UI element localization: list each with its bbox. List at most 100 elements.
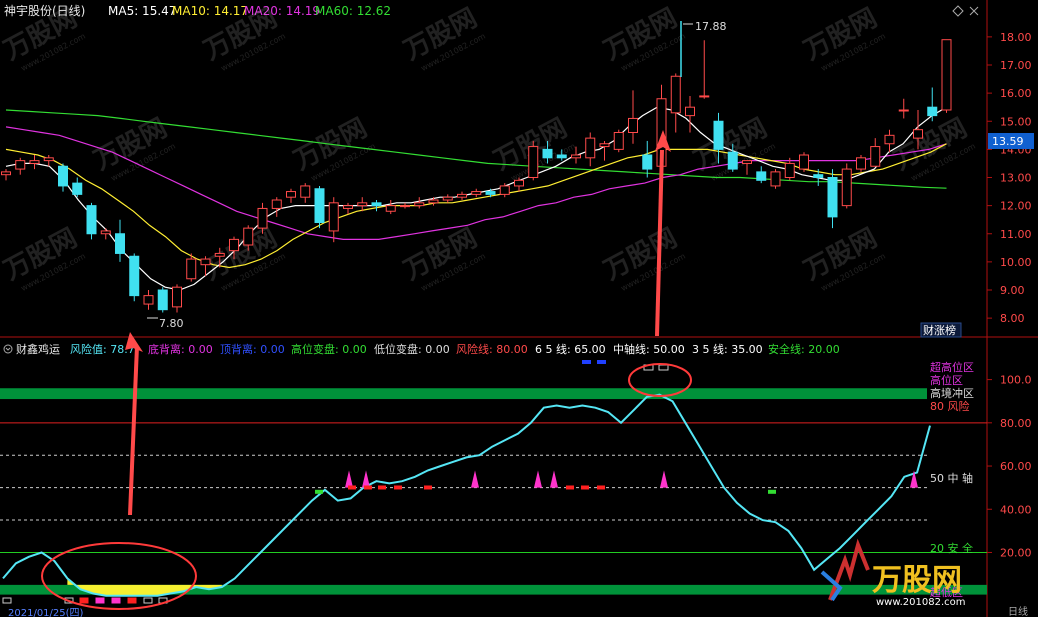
signal-red-square	[597, 485, 605, 490]
candle-up	[799, 154, 809, 170]
badge-label: 财涨榜	[923, 323, 956, 337]
signal-spike	[660, 470, 668, 488]
candle-up	[499, 185, 510, 195]
reference-bands	[0, 388, 987, 595]
line35-legend: 3 5 线: 35.00	[692, 342, 763, 356]
brand-name: 万股网	[872, 563, 962, 598]
candle-up	[528, 146, 539, 178]
safe-line-legend: 安全线: 20.00	[768, 342, 840, 356]
candle-up	[628, 117, 638, 133]
signal-spike	[345, 470, 353, 488]
candle-up	[414, 202, 425, 207]
price-tick-label: 10.00	[1000, 256, 1032, 269]
candle-up	[742, 160, 752, 164]
low-change-legend: 低位变盘: 0.00	[374, 342, 450, 356]
badge-button[interactable]: 财涨榜	[920, 322, 962, 338]
indicator-tick-label: 100.0	[1000, 374, 1032, 387]
candle-up	[43, 157, 54, 162]
candle-up	[15, 160, 26, 170]
candle-up	[599, 143, 610, 148]
candle-down	[713, 120, 724, 150]
bottom-signal-square	[2, 597, 12, 604]
collapse-icon[interactable]	[3, 344, 13, 354]
zone-safe20: 20 安 全	[930, 541, 973, 555]
candle-up	[29, 160, 40, 164]
close-icon[interactable]	[969, 6, 979, 16]
mid-axis-legend: 中轴线: 50.00	[613, 342, 685, 356]
top-header: 神宇股份(日线) MA5: 15.47 MA10: 14.17 MA20: 14…	[4, 4, 979, 18]
candle-up	[343, 205, 353, 209]
candle-up	[271, 199, 282, 209]
candle-up	[685, 106, 695, 117]
candle-down	[157, 289, 168, 311]
price-tick-label: 16.00	[1000, 87, 1032, 100]
candle-up	[841, 168, 852, 207]
candle-up	[385, 205, 396, 212]
indicator-tick-label: 20.00	[1000, 546, 1032, 559]
candle-down	[86, 205, 97, 235]
signal-red-square	[566, 485, 574, 490]
top-div-legend: 顶背离: 0.00	[220, 342, 285, 356]
candle-up	[214, 252, 225, 257]
indicator-tick-label: 60.00	[1000, 460, 1032, 473]
candle-up	[328, 202, 339, 232]
candle-down	[485, 191, 496, 195]
candle-down	[371, 202, 382, 207]
signal-spike	[362, 470, 370, 488]
price-tick-label: 15.00	[1000, 115, 1032, 128]
candle-up	[699, 95, 710, 98]
indicator-title: 财鑫鸡运	[16, 342, 60, 356]
candle-up	[172, 286, 182, 308]
candle-down	[642, 154, 653, 170]
risk-line-legend: 风险线: 80.00	[456, 342, 528, 356]
candle-up	[428, 199, 439, 204]
candle-up	[286, 191, 296, 198]
signal-green-square	[315, 489, 323, 494]
candle-up	[913, 129, 923, 139]
candle-up	[514, 179, 524, 187]
signal-spike	[534, 470, 542, 488]
signal-red-square	[394, 485, 402, 490]
candle-up	[357, 202, 368, 207]
candle-down	[556, 154, 567, 159]
candle-down	[813, 174, 824, 178]
bottom-signal-square	[127, 597, 137, 604]
zone-high-rush: 高境冲区	[930, 386, 974, 400]
candle-up	[670, 75, 681, 114]
high-change-legend: 高位变盘: 0.00	[291, 342, 367, 356]
candle-up	[898, 109, 909, 112]
bottom-signal-square	[111, 597, 121, 604]
candle-down	[542, 148, 553, 159]
candle-up	[186, 258, 197, 280]
chart-canvas: 神宇股份(日线) MA5: 15.47 MA10: 14.17 MA20: 14…	[0, 0, 1038, 617]
signal-red-square	[424, 485, 432, 490]
signal-red-square	[581, 485, 589, 490]
price-tick-label: 8.00	[1000, 312, 1025, 325]
candle-up	[856, 157, 866, 170]
bottom-signal-square	[95, 597, 105, 604]
candle-up	[257, 207, 268, 229]
super-high-band	[0, 388, 927, 400]
price-tick-label: 18.00	[1000, 31, 1032, 44]
zone-mid50: 50 中 轴	[930, 471, 973, 485]
low-annotation: 7.80	[147, 317, 184, 330]
zone-super-high: 超高位区	[930, 360, 974, 374]
risk-value-polyline	[2, 393, 931, 597]
candle-up	[457, 193, 467, 198]
line65-legend: 6 5 线: 65.00	[535, 342, 606, 356]
candle-up	[571, 154, 581, 159]
candle-up	[471, 191, 482, 195]
diamond-icon[interactable]	[952, 5, 964, 17]
candle-up	[585, 137, 596, 159]
candle-down	[72, 182, 83, 195]
indicator-tick-label: 80.00	[1000, 417, 1032, 430]
candle-down	[727, 151, 738, 170]
signal-blue-square	[597, 360, 606, 364]
candle-up	[400, 205, 410, 208]
current-price-tag: 13.59	[988, 133, 1034, 149]
signal-spike	[471, 470, 479, 488]
ma10-legend: MA10: 14.17	[172, 4, 248, 18]
candle-up	[870, 146, 881, 167]
signal-red-square	[378, 485, 386, 490]
candle-down	[314, 188, 325, 223]
